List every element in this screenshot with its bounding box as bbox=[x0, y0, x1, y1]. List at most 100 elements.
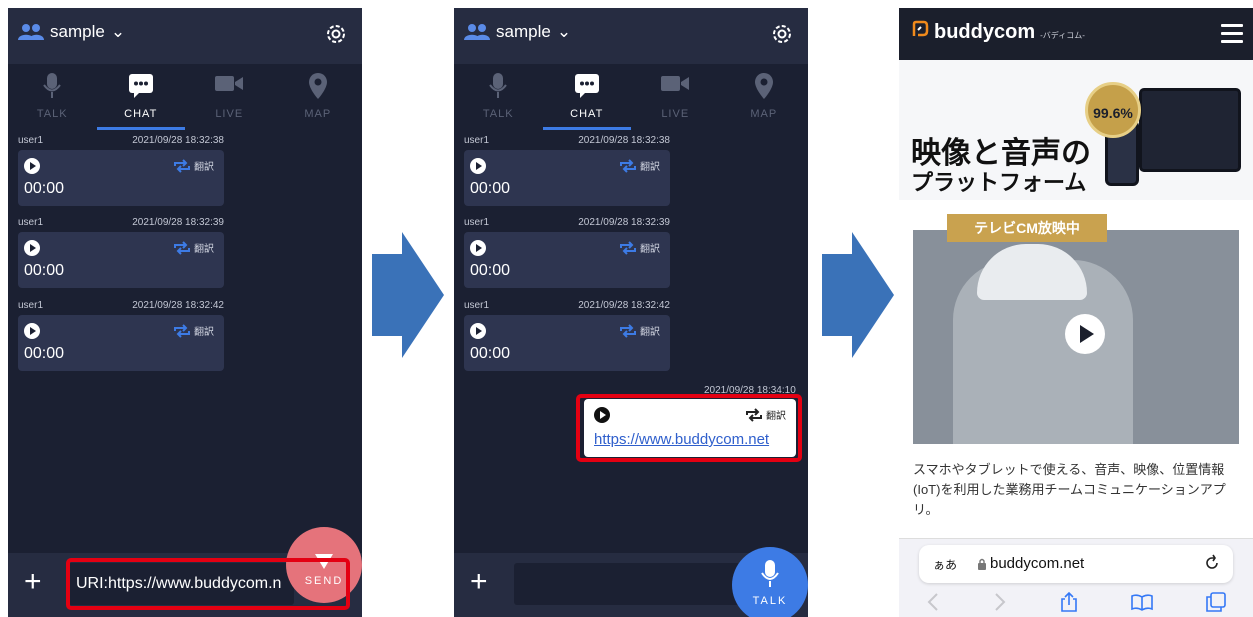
translate-button[interactable]: 翻訳 bbox=[173, 158, 214, 173]
lock-icon bbox=[978, 558, 986, 570]
video-camera-icon bbox=[661, 76, 690, 91]
video-camera-icon bbox=[215, 76, 244, 91]
group-selector[interactable]: sample ⌄ bbox=[464, 22, 571, 42]
tab-label: TALK bbox=[482, 108, 514, 120]
site-logo[interactable]: buddycom -バディコム- bbox=[911, 20, 1085, 44]
url-text: buddycom.net bbox=[990, 555, 1085, 572]
tab-live[interactable]: LIVE bbox=[631, 64, 720, 130]
group-icon bbox=[464, 24, 490, 40]
translate-icon bbox=[620, 240, 636, 255]
play-icon[interactable] bbox=[24, 158, 40, 174]
voice-duration: 00:00 bbox=[24, 345, 65, 362]
text-size-button[interactable]: ぁあ bbox=[933, 556, 957, 573]
tab-label: MAP bbox=[750, 108, 778, 120]
award-badge: 99.6% bbox=[1085, 82, 1141, 138]
hero-banner: 99.6% 映像と音声の プラットフォーム bbox=[899, 60, 1253, 200]
promo-video[interactable] bbox=[913, 230, 1239, 444]
chat-message: user1 2021/09/28 18:32:39 翻訳 00:00 bbox=[464, 216, 670, 288]
site-header: buddycom -バディコム- bbox=[899, 8, 1253, 60]
plus-icon[interactable]: + bbox=[470, 567, 488, 597]
hero-subheadline: プラットフォーム bbox=[911, 170, 1087, 195]
bookmarks-icon[interactable] bbox=[1131, 593, 1153, 611]
microphone-icon bbox=[43, 73, 62, 98]
address-bar[interactable]: ぁあ buddycom.net bbox=[919, 545, 1233, 583]
map-pin-icon bbox=[308, 73, 327, 99]
voice-duration: 00:00 bbox=[24, 180, 65, 197]
chevron-down-icon: ⌄ bbox=[556, 22, 572, 41]
gear-icon[interactable] bbox=[770, 22, 794, 46]
browser-screen: buddycom -バディコム- 99.6% 映像と音声の プラットフォーム テ… bbox=[899, 8, 1253, 617]
tab-chat[interactable]: CHAT bbox=[96, 64, 186, 130]
message-user: user1 bbox=[464, 135, 490, 146]
message-timestamp: 2021/09/28 18:32:39 bbox=[132, 217, 224, 228]
voice-duration: 00:00 bbox=[470, 345, 511, 362]
chat-message: user1 2021/09/28 18:32:38 翻訳 00:00 bbox=[18, 134, 224, 206]
tab-label: MAP bbox=[304, 108, 332, 120]
reload-icon[interactable] bbox=[1203, 554, 1221, 572]
microphone-icon bbox=[489, 73, 508, 98]
tab-talk[interactable]: TALK bbox=[454, 64, 543, 130]
arrow-right-icon bbox=[372, 232, 444, 358]
play-icon[interactable] bbox=[24, 240, 40, 256]
voice-message-bubble[interactable]: 翻訳 00:00 bbox=[464, 150, 670, 206]
chat-message: user1 2021/09/28 18:32:42 翻訳 00:00 bbox=[464, 299, 670, 371]
gear-icon[interactable] bbox=[324, 22, 348, 46]
tab-label: TALK bbox=[36, 108, 68, 120]
translate-button[interactable]: 翻訳 bbox=[173, 323, 214, 338]
share-icon[interactable] bbox=[1060, 591, 1078, 613]
hamburger-menu-icon[interactable] bbox=[1221, 24, 1243, 48]
tab-chat[interactable]: CHAT bbox=[542, 64, 632, 130]
tab-live[interactable]: LIVE bbox=[185, 64, 274, 130]
tab-label: LIVE bbox=[215, 108, 244, 120]
talk-button[interactable]: TALK bbox=[732, 547, 808, 617]
highlight-box bbox=[576, 394, 802, 462]
tab-map[interactable]: MAP bbox=[720, 64, 809, 130]
back-icon[interactable] bbox=[926, 592, 940, 612]
tablet-image bbox=[1139, 88, 1241, 172]
chat-screen-sent: sample ⌄ TALK CHAT LIVE MAP user1 2021/09… bbox=[454, 8, 808, 617]
translate-button[interactable]: 翻訳 bbox=[619, 240, 660, 255]
play-icon[interactable] bbox=[470, 323, 486, 339]
translate-icon bbox=[174, 158, 190, 173]
play-icon[interactable] bbox=[470, 240, 486, 256]
group-icon bbox=[18, 24, 44, 40]
message-timestamp: 2021/09/28 18:32:38 bbox=[578, 135, 670, 146]
product-description: スマホやタブレットで使える、音声、映像、位置情報(IoT)を利用した業務用チーム… bbox=[913, 462, 1226, 517]
voice-message-bubble[interactable]: 翻訳 00:00 bbox=[464, 232, 670, 288]
chat-screen-compose: sample ⌄ TALK CHAT LIVE MAP user1 2021/09… bbox=[8, 8, 362, 617]
translate-button[interactable]: 翻訳 bbox=[619, 323, 660, 338]
tab-label: LIVE bbox=[661, 108, 690, 120]
forward-icon[interactable] bbox=[993, 592, 1007, 612]
message-input[interactable] bbox=[514, 563, 740, 605]
translate-button[interactable]: 翻訳 bbox=[173, 240, 214, 255]
play-icon[interactable] bbox=[470, 158, 486, 174]
message-timestamp: 2021/09/28 18:32:38 bbox=[132, 135, 224, 146]
chevron-down-icon: ⌄ bbox=[110, 22, 126, 41]
tab-bar: TALK CHAT LIVE MAP bbox=[454, 64, 808, 130]
play-icon[interactable] bbox=[24, 323, 40, 339]
translate-label: 翻訳 bbox=[640, 244, 660, 255]
translate-label: 翻訳 bbox=[194, 327, 214, 338]
voice-message-bubble[interactable]: 翻訳 00:00 bbox=[18, 315, 224, 371]
tab-map[interactable]: MAP bbox=[274, 64, 363, 130]
browser-toolbar: ぁあ buddycom.net bbox=[899, 538, 1253, 617]
voice-message-bubble[interactable]: 翻訳 00:00 bbox=[18, 150, 224, 206]
translate-button[interactable]: 翻訳 bbox=[619, 158, 660, 173]
tab-talk[interactable]: TALK bbox=[8, 64, 97, 130]
address-url: buddycom.net bbox=[977, 555, 1084, 572]
group-selector[interactable]: sample ⌄ bbox=[18, 22, 125, 42]
video-play-icon[interactable] bbox=[1065, 314, 1105, 354]
brand-subtitle: -バディコム- bbox=[1040, 31, 1085, 40]
arrow-right-icon bbox=[822, 232, 894, 358]
tabs-icon[interactable] bbox=[1206, 592, 1227, 612]
brand-name: buddycom bbox=[934, 21, 1036, 43]
translate-label: 翻訳 bbox=[640, 162, 660, 173]
voice-duration: 00:00 bbox=[470, 180, 511, 197]
voice-duration: 00:00 bbox=[24, 262, 65, 279]
chat-message: user1 2021/09/28 18:32:39 翻訳 00:00 bbox=[18, 216, 224, 288]
voice-message-bubble[interactable]: 翻訳 00:00 bbox=[18, 232, 224, 288]
chat-bubble-icon bbox=[574, 74, 599, 98]
plus-icon[interactable]: + bbox=[24, 567, 42, 597]
voice-message-bubble[interactable]: 翻訳 00:00 bbox=[464, 315, 670, 371]
talk-label: TALK bbox=[752, 595, 788, 607]
